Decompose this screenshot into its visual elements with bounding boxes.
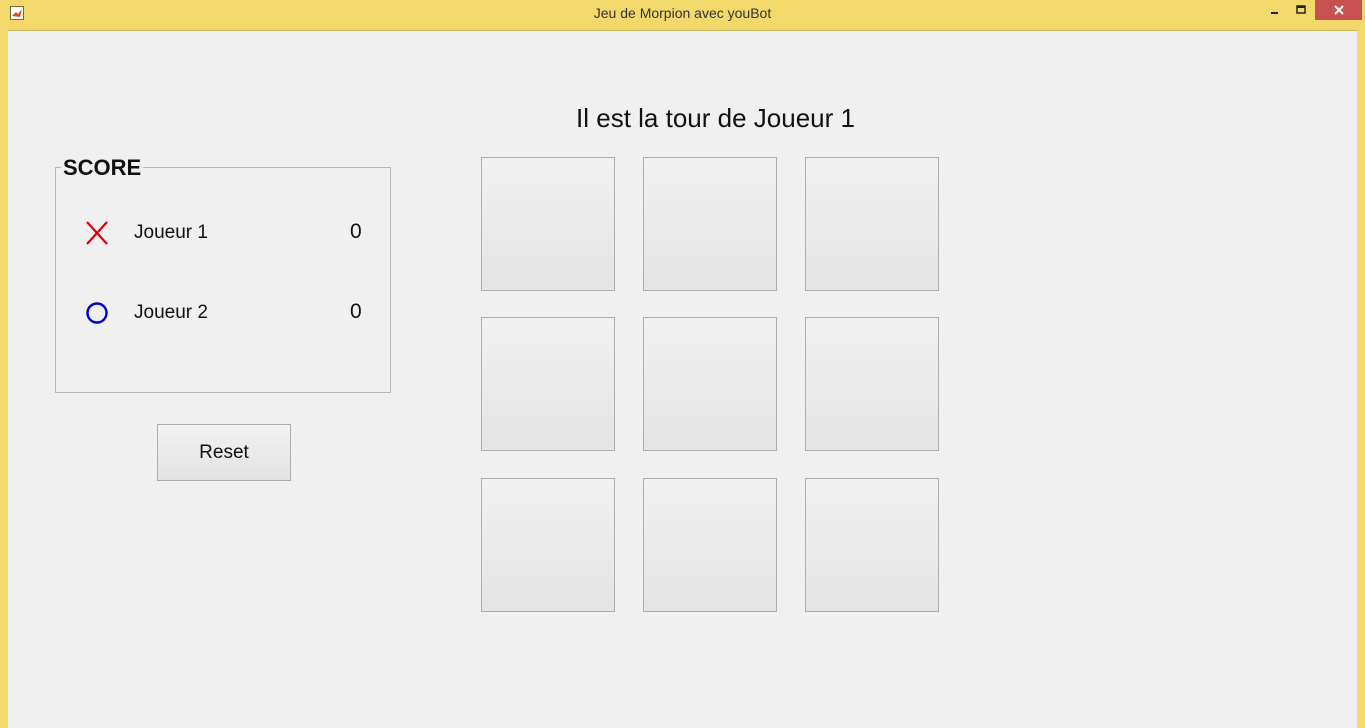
app-window: Jeu de Morpion avec youBot Il est la tou… [0,0,1365,728]
o-icon [86,302,108,324]
maximize-button[interactable] [1288,0,1314,20]
reset-button[interactable]: Reset [157,424,291,481]
minimize-button[interactable] [1262,0,1288,20]
window-title: Jeu de Morpion avec youBot [593,5,772,21]
minimize-icon [1271,12,1278,14]
title-bar[interactable]: Jeu de Morpion avec youBot [0,0,1365,28]
board-cell-2[interactable] [643,157,777,291]
board-cell-5[interactable] [643,317,777,451]
player-1-name: Joueur 1 [134,222,208,243]
board-cell-7[interactable] [481,478,615,612]
player-1-score: 0 [350,220,362,243]
board-cell-3[interactable] [805,157,939,291]
figure-area: Il est la tour de Joueur 1 SCORE Joueur … [8,30,1357,728]
score-panel: SCORE Joueur 1 0 Joueur 2 0 [55,155,391,393]
score-panel-title: SCORE [61,155,144,181]
board-cell-6[interactable] [805,317,939,451]
x-icon [86,221,108,245]
board-cell-8[interactable] [643,478,777,612]
close-button[interactable] [1315,0,1362,20]
board-cell-1[interactable] [481,157,615,291]
board-cell-4[interactable] [481,317,615,451]
close-icon [1333,5,1344,15]
turn-label: Il est la tour de Joueur 1 [576,103,855,133]
maximize-icon [1296,5,1306,14]
player-2-name: Joueur 2 [134,302,208,323]
player-2-row: Joueur 2 0 [56,296,390,330]
player-2-score: 0 [350,300,362,323]
board-cell-9[interactable] [805,478,939,612]
player-1-row: Joueur 1 0 [56,216,390,250]
